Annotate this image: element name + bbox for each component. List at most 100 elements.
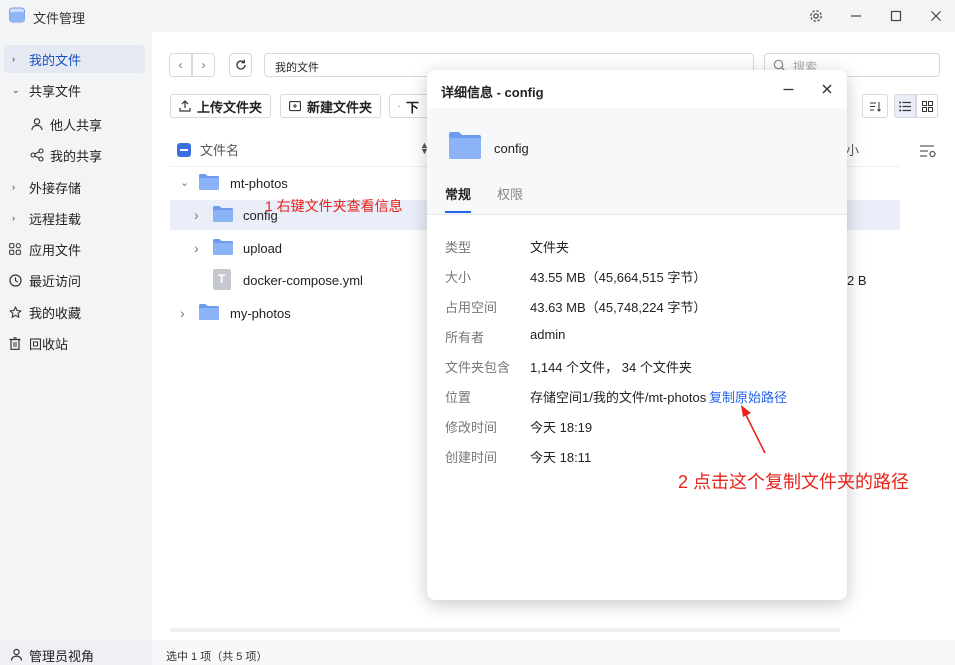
sidebar-item-app-files[interactable]: 应用文件 [4, 235, 145, 263]
list-view-button[interactable] [894, 94, 916, 118]
prop-value-contains: 1,144 个文件， 34 个文件夹 [530, 360, 692, 375]
annotation-arrow [741, 405, 766, 454]
path-text: 我的文件 [275, 62, 319, 74]
list-view-icon [899, 101, 911, 111]
sort-icon [869, 101, 881, 112]
upload-folder-button[interactable]: 上传文件夹 [170, 94, 272, 118]
download-icon [398, 105, 400, 107]
prop-label-size: 大小 [445, 270, 472, 285]
chevron-right-icon[interactable]: › [180, 305, 185, 321]
chevron-right-icon[interactable]: › [194, 207, 199, 223]
share-icon [30, 148, 44, 162]
sidebar-item-recycle-bin[interactable]: 回收站 [4, 329, 145, 357]
minimize-dialog-button[interactable] [779, 80, 797, 98]
refresh-icon [235, 59, 246, 70]
users-icon [30, 117, 44, 131]
tab-permissions[interactable]: 权限 [497, 184, 523, 203]
status-text: 选中 1 项（共 5 项） [166, 651, 268, 663]
minimize-button[interactable] [846, 6, 866, 26]
sidebar-item-shared-with-me[interactable]: 他人共享 [4, 110, 145, 138]
upload-folder-label: 上传文件夹 [197, 99, 263, 115]
chevron-down-icon[interactable]: ⌄ [180, 176, 189, 189]
sidebar-item-shared-files[interactable]: ⌄ 共享文件 [4, 76, 145, 104]
sidebar-item-label: 应用文件 [29, 242, 82, 258]
app-icon [9, 7, 25, 23]
prop-value-location: 存储空间1/我的文件/mt-photos [530, 390, 707, 405]
back-button[interactable]: ‹ [169, 53, 192, 77]
sidebar-item-label: 回收站 [29, 336, 69, 352]
prop-value-modified: 今天 18:19 [530, 420, 593, 435]
sort-button[interactable] [862, 94, 888, 118]
tab-divider [427, 214, 847, 215]
annotation-step-2: 2 点击这个复制文件夹的路径 [678, 472, 910, 492]
sidebar-item-label: 我的收藏 [29, 305, 82, 321]
close-window-button[interactable] [926, 6, 946, 26]
row-name: mt-photos [230, 176, 288, 191]
row-size: 2 B [847, 273, 867, 288]
admin-view-button[interactable]: 管理员视角 [0, 640, 152, 665]
prop-label-disk-usage: 占用空间 [445, 300, 498, 315]
chevron-right-icon: › [12, 213, 15, 223]
close-icon [822, 84, 832, 94]
admin-view-label: 管理员视角 [29, 649, 95, 664]
new-folder-button[interactable]: 新建文件夹 [280, 94, 382, 118]
close-dialog-button[interactable] [818, 80, 836, 98]
chevron-right-icon: › [12, 182, 15, 192]
sidebar-item-my-files[interactable]: › 我的文件 [4, 45, 145, 73]
prop-label-contains: 文件夹包含 [445, 360, 511, 375]
download-button[interactable]: 下 [389, 94, 427, 118]
sidebar-item-label: 他人共享 [50, 117, 103, 133]
forward-button[interactable]: › [192, 53, 215, 77]
folder-icon [449, 132, 481, 159]
upload-icon [179, 100, 191, 112]
clock-icon [8, 273, 22, 287]
select-all-checkbox[interactable] [177, 143, 191, 157]
grid-view-button[interactable] [916, 94, 938, 118]
prop-label-owner: 所有者 [445, 330, 485, 345]
chevron-right-icon[interactable]: › [194, 240, 199, 256]
sidebar-item-favorites[interactable]: 我的收藏 [4, 298, 145, 326]
tab-general[interactable]: 常规 [445, 184, 471, 203]
chevron-right-icon: › [12, 54, 15, 64]
sidebar-item-label: 远程挂载 [29, 211, 82, 227]
dialog-title: 详细信息 - config [441, 85, 544, 100]
chevron-left-icon: ‹ [178, 58, 183, 72]
sidebar-item-external-storage[interactable]: › 外接存储 [4, 173, 145, 201]
app-title: 文件管理 [33, 11, 86, 26]
text-file-icon: T [213, 269, 231, 290]
sidebar-item-label: 外接存储 [29, 180, 82, 196]
folder-icon [199, 304, 219, 320]
prop-value-created: 今天 18:11 [530, 450, 592, 465]
details-dialog: 详细信息 - config config 常规 权限 类型 文件夹 大小 43.… [427, 70, 847, 600]
dialog-item-name: config [494, 141, 529, 156]
trash-icon [8, 336, 22, 350]
sidebar-item-remote-mount[interactable]: › 远程挂载 [4, 204, 145, 232]
column-header-size[interactable]: 小 [846, 140, 859, 159]
folder-icon [213, 206, 233, 222]
sidebar-item-label: 最近访问 [29, 273, 82, 289]
refresh-button[interactable] [229, 53, 252, 77]
annotation-step-1: 1 右键文件夹查看信息 [265, 198, 403, 214]
prop-value-type: 文件夹 [530, 240, 570, 255]
prop-value-size: 43.55 MB（45,664,515 字节） [530, 270, 707, 285]
sidebar-item-my-shares[interactable]: 我的共享 [4, 141, 145, 169]
row-name: upload [243, 241, 283, 256]
apps-grid-icon [8, 242, 22, 256]
column-settings-icon[interactable] [919, 143, 937, 159]
new-folder-label: 新建文件夹 [307, 99, 373, 115]
horizontal-scrollbar[interactable] [170, 628, 840, 632]
download-label: 下 [405, 99, 419, 115]
prop-value-disk-usage: 43.63 MB（45,748,224 字节） [530, 300, 707, 315]
maximize-button[interactable] [886, 6, 906, 26]
sidebar-item-recent[interactable]: 最近访问 [4, 266, 145, 294]
status-bar: 选中 1 项（共 5 项） [152, 640, 955, 665]
column-header-name[interactable]: 文件名 [200, 140, 239, 159]
prop-label-location: 位置 [445, 390, 472, 405]
title-bar: 文件管理 [0, 0, 955, 32]
prop-label-created: 创建时间 [445, 450, 498, 465]
active-tab-indicator [445, 211, 471, 213]
folder-icon [199, 174, 219, 190]
sidebar-item-label: 共享文件 [29, 83, 82, 99]
sidebar-item-label: 我的共享 [50, 148, 103, 164]
settings-icon[interactable] [806, 6, 826, 26]
